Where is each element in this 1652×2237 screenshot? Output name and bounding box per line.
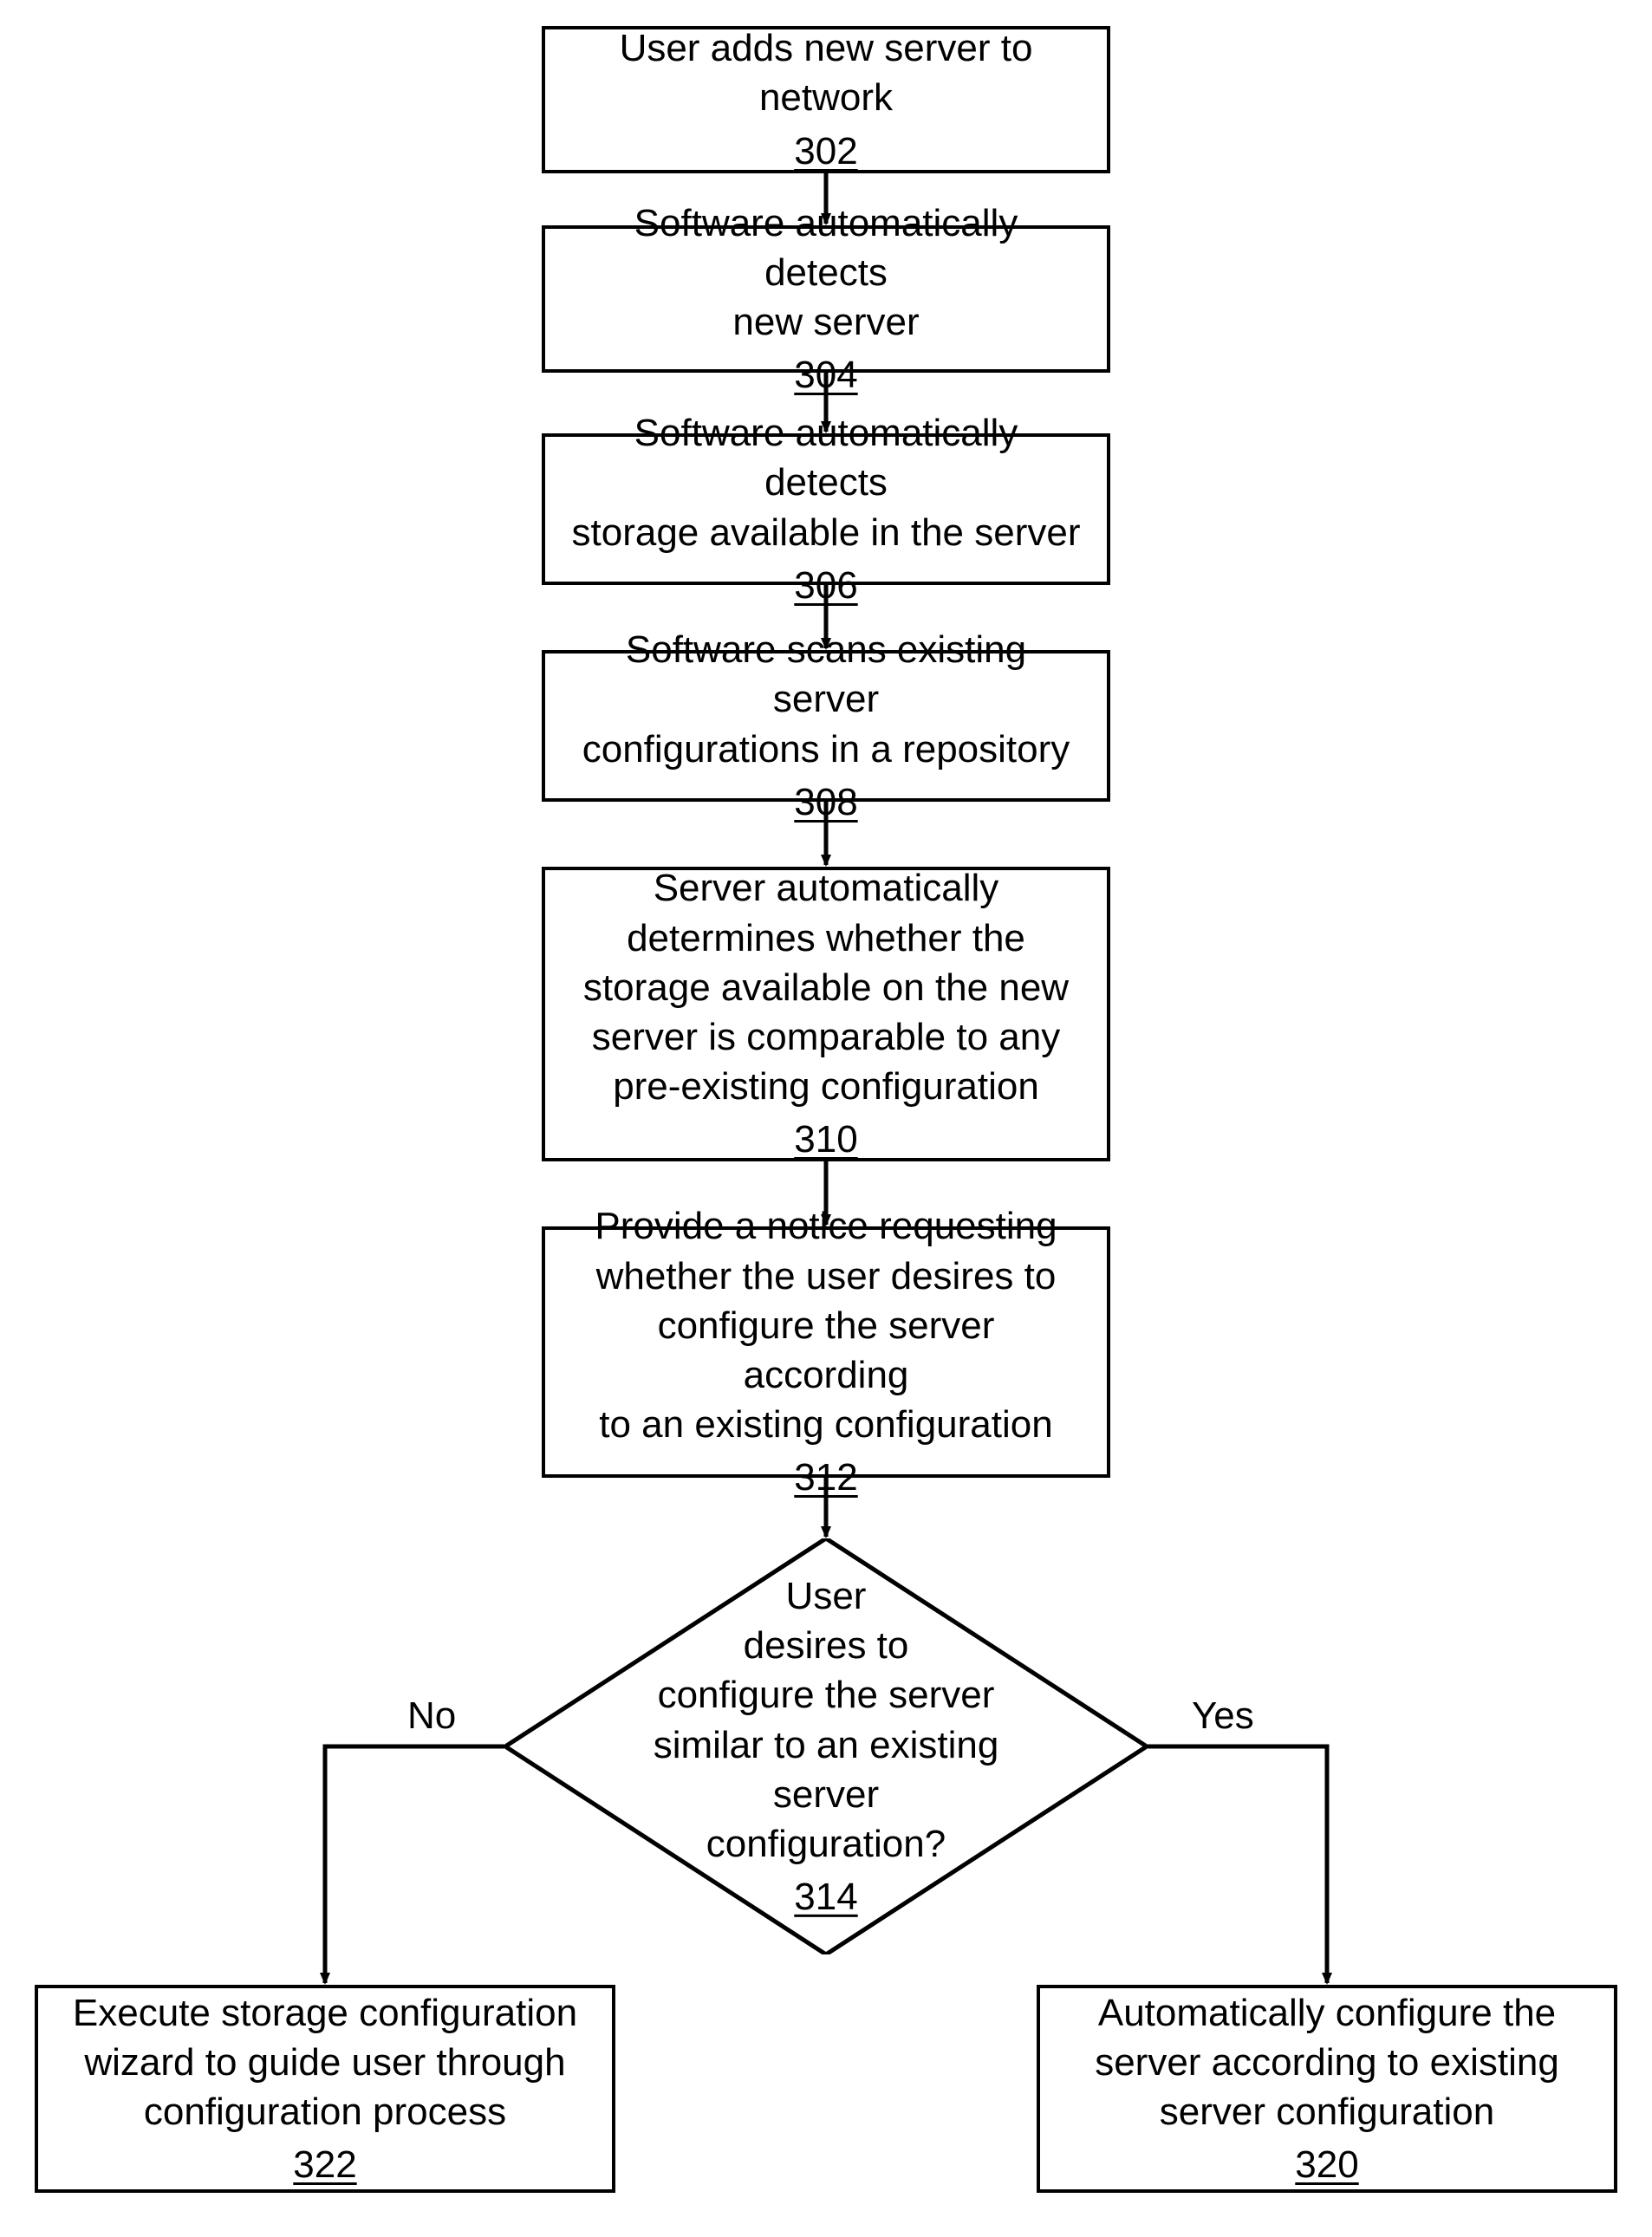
node-308: Software scans existing serverconfigurat…: [542, 650, 1110, 802]
node-num: 312: [794, 1453, 857, 1502]
node-306: Software automatically detectsstorage av…: [542, 433, 1110, 585]
decision-314: Userdesires toconfigure the serversimila…: [505, 1538, 1147, 1954]
node-312: Provide a notice requestingwhether the u…: [542, 1226, 1110, 1478]
decision-num: 314: [794, 1872, 857, 1922]
node-num: 302: [794, 127, 857, 176]
node-text: Execute storage configurationwizard to g…: [73, 1988, 577, 2137]
node-num: 304: [794, 350, 857, 400]
node-num: 320: [1295, 2140, 1358, 2189]
node-text: Provide a notice requestingwhether the u…: [571, 1201, 1081, 1449]
node-text: User adds new server tonetwork: [620, 23, 1033, 122]
edge-label-no: No: [407, 1694, 456, 1738]
node-310: Server automaticallydetermines whether t…: [542, 867, 1110, 1161]
node-322: Execute storage configurationwizard to g…: [35, 1985, 615, 2193]
node-text: Software automatically detectsstorage av…: [571, 408, 1081, 557]
node-text: Software automatically detectsnew server: [571, 198, 1081, 348]
node-text: Automatically configure theserver accord…: [1095, 1988, 1559, 2137]
node-304: Software automatically detectsnew server…: [542, 225, 1110, 373]
node-320: Automatically configure theserver accord…: [1037, 1985, 1617, 2193]
edge-314-322-no: [325, 1746, 505, 1983]
node-num: 308: [794, 777, 857, 827]
node-num: 322: [293, 2140, 356, 2189]
node-num: 310: [794, 1115, 857, 1164]
edge-314-320-yes: [1147, 1746, 1327, 1983]
edge-label-yes: Yes: [1192, 1694, 1254, 1738]
node-num: 306: [794, 561, 857, 610]
decision-text: Userdesires toconfigure the serversimila…: [654, 1575, 999, 1865]
node-302: User adds new server tonetwork 302: [542, 26, 1110, 173]
node-text: Server automaticallydetermines whether t…: [583, 863, 1069, 1111]
node-text: Software scans existing serverconfigurat…: [571, 625, 1081, 774]
